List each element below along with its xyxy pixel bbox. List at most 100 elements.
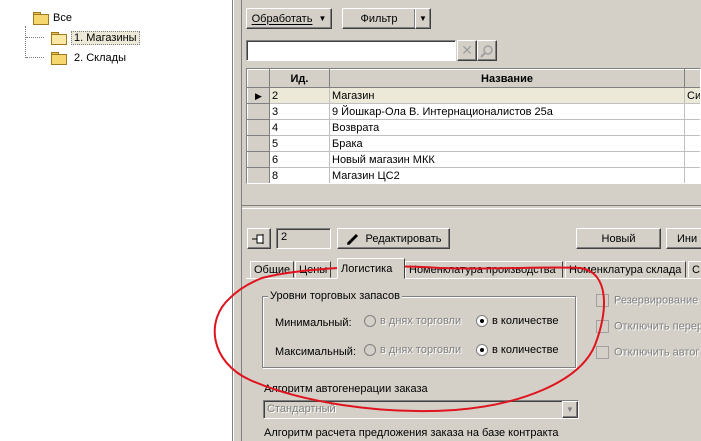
algo-select-value: Стандартный (267, 403, 336, 415)
disable-autogen-checkbox[interactable]: Отключить автог (596, 346, 699, 359)
cell-extra[interactable] (684, 103, 700, 120)
horizontal-splitter[interactable] (242, 205, 701, 209)
dropdown-arrow-icon: ▼ (419, 14, 427, 23)
process-dropdown-button[interactable]: Обработать ▼ (246, 8, 332, 29)
checkbox-label: Резервирование (614, 294, 699, 307)
tab-logistics[interactable]: Логистика (337, 258, 405, 279)
checkbox-label: Отключить перер (614, 320, 701, 333)
row-indicator-icon: ▶ (247, 87, 270, 104)
row-header (247, 135, 270, 152)
checkbox-icon (596, 346, 609, 359)
algo-select[interactable]: Стандартный ▼ (263, 400, 579, 419)
tab-label: Цены (299, 263, 328, 276)
radio-label: в количестве (492, 344, 559, 356)
edit-button-label: Редактировать (365, 232, 442, 245)
min-days-radio[interactable]: в днях торговли (364, 315, 461, 328)
max-qty-radio[interactable]: в количестве (476, 344, 559, 357)
checkbox-icon (596, 320, 609, 333)
contract-algo-label: Алгоритм расчета предложения заказа на б… (264, 427, 559, 439)
radio-icon (364, 344, 376, 357)
column-header-name[interactable]: Название (329, 69, 685, 88)
filter-button[interactable]: Фильтр (342, 8, 416, 29)
table-row[interactable]: 4 Возврата (247, 119, 700, 136)
cell-id[interactable]: 8 (269, 167, 330, 183)
new-button-label: Новый (601, 232, 636, 245)
search-icon (480, 44, 493, 58)
pin-icon (252, 233, 264, 244)
pencil-icon (346, 233, 358, 245)
more-button[interactable]: Ини (666, 228, 701, 249)
reserve-checkbox[interactable]: Резервирование (596, 294, 698, 307)
algo-dropdown-button[interactable]: ▼ (562, 401, 578, 418)
tab-warehouse-nomenclature[interactable]: Номенклатура склада (565, 261, 686, 278)
filter-dropdown-button[interactable]: ▼ (415, 8, 431, 29)
cell-extra[interactable] (684, 167, 700, 183)
cell-name[interactable]: Магазин ЦС2 (329, 167, 685, 183)
clear-search-button[interactable]: ✕ (457, 40, 477, 61)
min-qty-radio[interactable]: в количестве (476, 315, 559, 328)
record-id-field: 2 (276, 228, 331, 249)
table-row[interactable]: 3 9 Йошкар-Ола В. Интернационалистов 25а (247, 103, 700, 120)
checkbox-label: Отключить автог (614, 346, 700, 359)
new-button[interactable]: Новый (576, 228, 661, 249)
tree-item-label: 1. Магазины (71, 31, 140, 45)
tab-label: Логистика (341, 262, 393, 275)
cell-id[interactable]: 3 (269, 103, 330, 120)
stores-grid[interactable]: Ид. Название ▶ 2 Магазин Сим 3 9 Йошкар-… (246, 68, 701, 184)
filter-button-label: Фильтр (360, 12, 398, 25)
column-header-id[interactable]: Ид. (269, 69, 330, 88)
cell-name[interactable]: Магазин (329, 87, 685, 104)
cell-id[interactable]: 4 (269, 119, 330, 136)
tab-prices[interactable]: Цены (295, 261, 332, 278)
cell-name[interactable]: Брака (329, 135, 685, 152)
edit-button[interactable]: Редактировать (337, 228, 450, 249)
divider (241, 0, 242, 441)
tree-item-stores[interactable]: 1. Магазины (51, 30, 140, 46)
search-input[interactable] (246, 40, 456, 61)
max-label: Максимальный: (275, 346, 356, 358)
row-header (247, 119, 270, 136)
tree-panel[interactable]: Все 1. Магазины 2. Склады (0, 0, 233, 441)
cell-id[interactable]: 2 (269, 87, 330, 104)
row-header (247, 151, 270, 168)
cell-extra[interactable] (684, 151, 700, 168)
column-header-extra[interactable] (684, 69, 700, 88)
cell-name[interactable]: 9 Йошкар-Ола В. Интернационалистов 25а (329, 103, 685, 120)
tab-production-nomenclature[interactable]: Номенклатура производства (405, 261, 563, 278)
cell-name[interactable]: Новый магазин МКК (329, 151, 685, 168)
tab-label: С (692, 263, 700, 276)
cell-extra[interactable] (684, 135, 700, 152)
dropdown-arrow-icon: ▼ (318, 14, 327, 23)
clear-icon: ✕ (461, 42, 473, 58)
table-row[interactable]: 6 Новый магазин МКК (247, 151, 700, 168)
table-row[interactable]: 8 Магазин ЦС2 (247, 167, 700, 183)
cell-id[interactable]: 6 (269, 151, 330, 168)
tree-item-label: 2. Склады (74, 52, 126, 64)
grid-corner (247, 69, 270, 88)
disable-recalc-checkbox[interactable]: Отключить перер (596, 320, 701, 333)
open-folder-icon (51, 32, 67, 45)
table-row[interactable]: ▶ 2 Магазин Сим (247, 87, 700, 104)
pin-button[interactable] (247, 228, 271, 249)
cell-extra[interactable]: Сим (684, 87, 700, 104)
folder-icon (51, 52, 67, 65)
max-days-radio[interactable]: в днях торговли (364, 344, 461, 357)
cell-extra[interactable] (684, 119, 700, 136)
min-label: Минимальный: (275, 317, 352, 329)
tab-overflow[interactable]: С (688, 261, 701, 278)
table-row[interactable]: 5 Брака (247, 135, 700, 152)
folder-icon (33, 12, 49, 25)
record-id-value: 2 (281, 231, 288, 243)
radio-icon (364, 315, 376, 328)
row-header (247, 167, 270, 183)
search-button[interactable] (477, 40, 497, 61)
radio-selected-icon (476, 344, 488, 357)
tree-item-warehouses[interactable]: 2. Склады (51, 50, 126, 66)
more-button-label: Ини (677, 232, 698, 245)
tree-root[interactable]: Все (33, 10, 72, 26)
tab-label: Номенклатура производства (409, 263, 556, 276)
tab-general[interactable]: Общие (250, 261, 295, 278)
cell-id[interactable]: 5 (269, 135, 330, 152)
cell-name[interactable]: Возврата (329, 119, 685, 136)
group-title: Уровни торговых запасов (268, 290, 403, 302)
